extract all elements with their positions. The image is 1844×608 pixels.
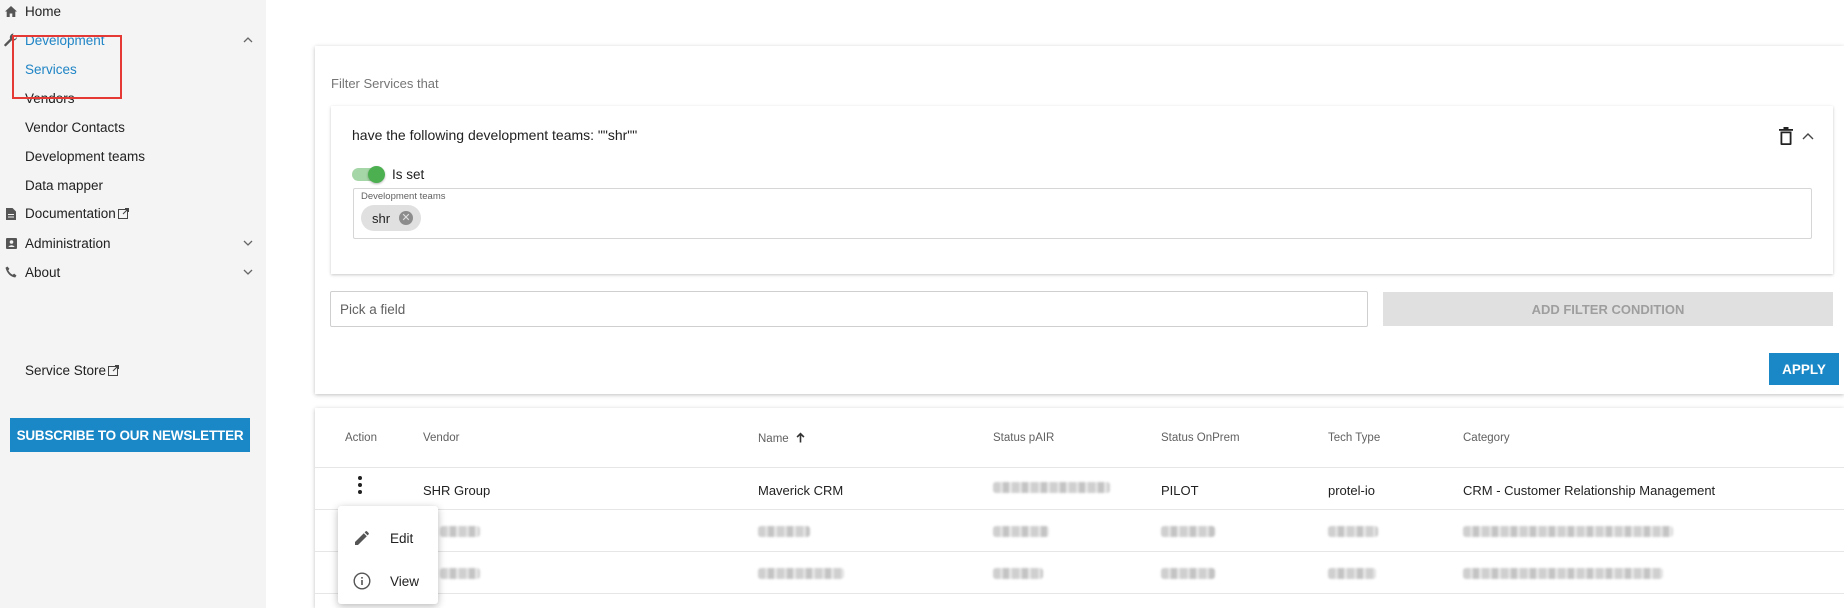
cell-tech-type-redacted bbox=[1328, 568, 1376, 579]
dot-icon bbox=[358, 483, 362, 487]
document-icon bbox=[4, 207, 18, 221]
sidebar-item-service-store[interactable]: Service Store bbox=[0, 354, 266, 388]
is-set-label: Is set bbox=[392, 167, 425, 182]
cell-category-redacted bbox=[1463, 526, 1673, 537]
chevron-up-icon bbox=[242, 34, 254, 46]
column-header-vendor[interactable]: Vendor bbox=[423, 432, 459, 444]
sidebar-item-label: Service Store bbox=[25, 363, 107, 378]
cell-tech-type-redacted bbox=[1328, 526, 1378, 537]
sidebar-item-about[interactable]: About bbox=[0, 255, 266, 289]
row-action-menu: Edit View bbox=[338, 506, 438, 604]
pencil-icon bbox=[352, 528, 372, 548]
dot-icon bbox=[358, 490, 362, 494]
sidebar-item-label: Data mapper bbox=[25, 177, 104, 193]
cell-status-pair-redacted bbox=[993, 526, 1049, 537]
sidebar-item-label: Services bbox=[25, 61, 77, 77]
cell-name-redacted bbox=[758, 568, 844, 579]
sidebar-item-label: About bbox=[25, 264, 61, 280]
cell-status-pair-redacted bbox=[993, 482, 1110, 493]
sort-ascending-icon bbox=[796, 432, 805, 446]
menu-item-edit[interactable]: Edit bbox=[338, 518, 438, 558]
cell-category-redacted bbox=[1463, 568, 1663, 579]
sidebar-item-label: Development bbox=[25, 32, 105, 48]
add-filter-condition-button[interactable]: ADD FILTER CONDITION bbox=[1383, 292, 1833, 326]
subscribe-newsletter-button[interactable]: SUBSCRIBE TO OUR NEWSLETTER bbox=[10, 418, 250, 452]
menu-item-label: View bbox=[390, 573, 420, 589]
is-set-toggle[interactable] bbox=[352, 166, 386, 183]
column-header-category[interactable]: Category bbox=[1463, 432, 1510, 444]
column-header-name-label: Name bbox=[758, 433, 789, 445]
phone-icon bbox=[4, 265, 18, 279]
cell-vendor-redacted bbox=[440, 568, 480, 579]
chevron-down-icon bbox=[242, 237, 254, 249]
column-header-status-onprem[interactable]: Status OnPrem bbox=[1161, 432, 1240, 444]
sidebar-item-label: Development teams bbox=[25, 148, 146, 164]
column-header-status-pair[interactable]: Status pAIR bbox=[993, 432, 1054, 444]
row-actions-button[interactable] bbox=[347, 472, 373, 498]
cell-category: CRM - Customer Relationship Management bbox=[1463, 483, 1716, 498]
column-header-action: Action bbox=[345, 432, 377, 444]
apply-button[interactable]: APPLY bbox=[1769, 353, 1839, 385]
external-link-icon bbox=[108, 364, 120, 379]
sidebar-item-label: Administration bbox=[25, 235, 111, 251]
row-divider bbox=[315, 551, 1844, 552]
sidebar-item-label: Home bbox=[25, 3, 62, 19]
collapse-condition-icon[interactable] bbox=[1802, 128, 1814, 140]
cell-vendor: SHR Group bbox=[423, 483, 491, 498]
sidebar-item-label: Vendors bbox=[25, 90, 75, 106]
info-icon bbox=[352, 571, 372, 591]
column-header-tech-type[interactable]: Tech Type bbox=[1328, 432, 1380, 444]
row-divider bbox=[315, 593, 1844, 594]
cell-status-onprem: PILOT bbox=[1161, 483, 1199, 498]
sidebar-item-label: Vendor Contacts bbox=[25, 119, 125, 135]
sidebar-item-label: Documentation bbox=[25, 206, 116, 221]
remove-chip-icon[interactable]: ✕ bbox=[399, 211, 413, 225]
filter-title: Filter Services that bbox=[331, 76, 439, 91]
cell-name: Maverick CRM bbox=[758, 483, 844, 498]
cell-tech-type: protel-io bbox=[1328, 483, 1375, 498]
header-divider bbox=[315, 467, 1844, 468]
toggle-knob bbox=[368, 166, 385, 183]
sidebar: Home Development Services Vendors Vendor… bbox=[0, 0, 266, 608]
admin-badge-icon bbox=[4, 236, 18, 250]
pick-field-input[interactable]: Pick a field bbox=[330, 291, 1368, 327]
home-icon bbox=[4, 4, 18, 18]
menu-item-view[interactable]: View bbox=[338, 561, 438, 601]
dot-icon bbox=[358, 476, 362, 480]
cell-status-onprem-redacted bbox=[1161, 526, 1215, 537]
chevron-down-icon bbox=[242, 266, 254, 278]
development-teams-label: Development teams bbox=[361, 191, 446, 202]
chip-label: shr bbox=[372, 211, 391, 226]
cell-name-redacted bbox=[758, 526, 810, 537]
filter-condition-text: have the following development teams: ""… bbox=[352, 127, 638, 143]
delete-condition-icon[interactable] bbox=[1778, 127, 1794, 145]
cell-vendor-redacted bbox=[440, 526, 480, 537]
cell-status-onprem-redacted bbox=[1161, 568, 1215, 579]
cell-status-pair-redacted bbox=[993, 568, 1043, 579]
external-link-icon bbox=[117, 207, 129, 222]
team-chip[interactable]: shr ✕ bbox=[361, 205, 421, 231]
column-header-name[interactable]: Name bbox=[758, 432, 805, 446]
sidebar-item-label-wrap: Documentation bbox=[25, 206, 129, 222]
development-teams-field[interactable] bbox=[353, 188, 1812, 239]
menu-item-label: Edit bbox=[390, 530, 414, 546]
wrench-icon bbox=[4, 33, 18, 47]
sidebar-item-label-wrap: Service Store bbox=[25, 363, 120, 379]
row-divider bbox=[315, 509, 1844, 510]
